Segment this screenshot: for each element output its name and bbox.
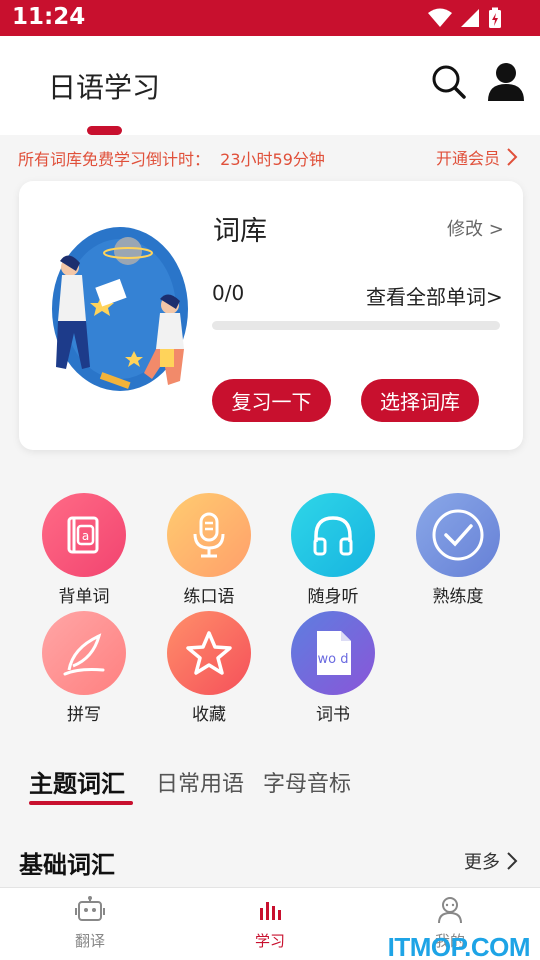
func-circle [291, 493, 375, 577]
signal-icon [461, 9, 479, 27]
func-memorize-words[interactable]: a 背单词 [29, 493, 139, 607]
nav-study[interactable]: 学习 [230, 896, 310, 951]
status-bar: 11:24 [0, 0, 540, 36]
more-link[interactable]: 更多 [464, 848, 518, 874]
microphone-icon [193, 512, 225, 558]
watermark: ITMOP.COM [387, 932, 531, 960]
func-label: 随身听 [307, 587, 359, 607]
vip-link[interactable]: 开通会员 [436, 145, 518, 169]
svg-text:a: a [82, 529, 89, 543]
func-circle: wo d [291, 611, 375, 695]
search-icon [432, 65, 466, 99]
svg-text:wo d: wo d [318, 652, 349, 667]
edit-link[interactable]: 修改 > [447, 215, 504, 241]
func-proficiency[interactable]: 熟练度 [403, 493, 513, 607]
nav-label: 翻译 [74, 932, 105, 950]
vip-label: 开通会员 [435, 149, 500, 168]
app-header: 日语学习 [0, 36, 540, 135]
vocab-title: 词库 [213, 216, 267, 247]
tab-underline [29, 801, 133, 805]
user-icon [438, 897, 462, 924]
book-icon: a [67, 516, 99, 554]
profile-icon [488, 63, 524, 101]
chevron-right-icon [507, 852, 518, 870]
func-label: 背单词 [58, 587, 110, 607]
func-speaking[interactable]: 练口语 [154, 493, 264, 607]
headphones-icon [313, 516, 353, 556]
func-label: 拼写 [67, 705, 101, 725]
battery-icon [489, 7, 501, 28]
nav-label: 学习 [254, 932, 285, 950]
progress-count: 0/0 [212, 281, 245, 305]
func-circle [416, 493, 500, 577]
func-label: 练口语 [183, 587, 235, 607]
func-circle [167, 493, 251, 577]
choose-vocab-button[interactable]: 选择词库 [361, 379, 479, 422]
promo-bar: 所有词库免费学习倒计时： 23小时59分钟 开通会员 [0, 144, 540, 170]
page-title: 日语学习 [48, 71, 161, 104]
check-circle-icon [432, 509, 484, 561]
func-label: 词书 [316, 705, 350, 725]
title-indicator [87, 126, 122, 135]
nav-translate[interactable]: 翻译 [50, 896, 130, 951]
section-title: 基础词汇 [19, 851, 115, 879]
func-spelling[interactable]: 拼写 [29, 611, 139, 725]
progress-bar [212, 321, 500, 330]
countdown-text: 所有词库免费学习倒计时： 23小时59分钟 [18, 150, 325, 169]
func-favorites[interactable]: 收藏 [154, 611, 264, 725]
chart-icon [260, 902, 281, 920]
chevron-right-icon [507, 148, 518, 166]
tab-topic-vocab[interactable]: 主题词汇 [29, 764, 125, 799]
more-label: 更多 [464, 852, 500, 873]
func-label: 熟练度 [432, 587, 484, 607]
robot-icon [75, 896, 105, 921]
status-icons [428, 7, 502, 29]
search-button[interactable] [431, 64, 467, 100]
func-wordbook[interactable]: wo d 词书 [278, 611, 388, 725]
tab-daily-phrases[interactable]: 日常用语 [156, 766, 244, 798]
vocab-card: 词库 修改 > 0/0 查看全部单词> 复习一下 选择词库 [19, 181, 523, 450]
func-label: 收藏 [192, 705, 226, 725]
func-circle [42, 611, 126, 695]
profile-button[interactable] [486, 62, 526, 102]
func-circle: a [42, 493, 126, 577]
star-icon [186, 631, 232, 675]
wifi-icon [428, 8, 452, 27]
status-time: 11:24 [12, 4, 86, 30]
tab-alphabet[interactable]: 字母音标 [263, 766, 351, 798]
word-file-icon: wo d [317, 631, 351, 675]
review-button[interactable]: 复习一下 [212, 379, 331, 422]
quill-icon [63, 633, 105, 676]
view-all-words-link[interactable]: 查看全部单词> [366, 281, 503, 310]
topic-tabs: 主题词汇 日常用语 字母音标 [0, 756, 540, 810]
func-listening[interactable]: 随身听 [278, 493, 388, 607]
func-circle [167, 611, 251, 695]
vocab-cover-image [40, 209, 188, 421]
